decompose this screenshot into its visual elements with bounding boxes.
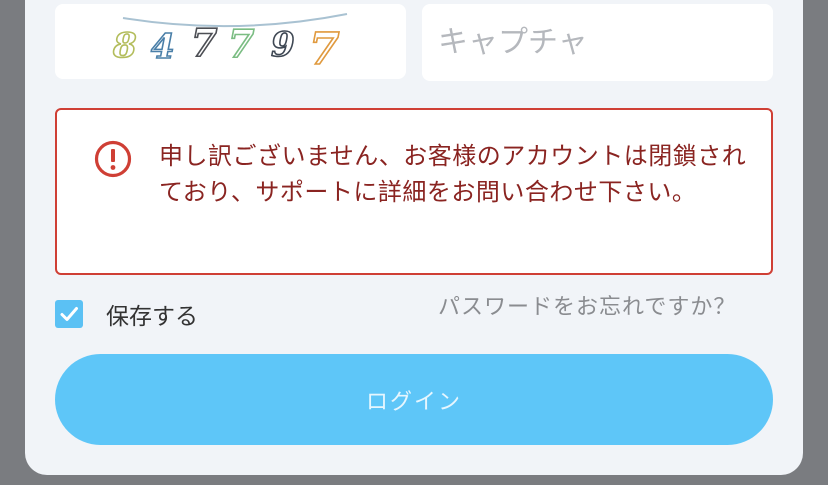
- captcha-digit: 7: [228, 21, 254, 66]
- captcha-digit: 4: [151, 27, 175, 67]
- forgot-password-link[interactable]: パスワードをお忘れですか？: [438, 289, 736, 321]
- login-button[interactable]: ログイン: [55, 354, 773, 445]
- captcha-image[interactable]: 8 4 7 7 9 7: [55, 4, 406, 79]
- error-alert: 申し訳ございません、お客様のアカウントは閉鎖されており、サポートに詳細をお問い合…: [55, 108, 773, 275]
- captcha-digit: 8: [112, 26, 137, 66]
- captcha-svg: 8 4 7 7 9 7: [111, 13, 348, 76]
- remember-checkbox[interactable]: [55, 300, 83, 328]
- captcha-digit: 7: [309, 24, 340, 75]
- checkmark-icon: [60, 307, 78, 321]
- remember-label: 保存する: [106, 304, 198, 330]
- error-message: 申し訳ございません、お客様のアカウントは閉鎖されており、サポートに詳細をお問い合…: [159, 142, 747, 206]
- captcha-input[interactable]: [422, 4, 773, 81]
- remember-me-toggle[interactable]: 保存する: [55, 299, 198, 330]
- exclamation-circle-icon: [94, 140, 132, 178]
- captcha-digit: 7: [191, 20, 217, 65]
- captcha-digit: 9: [271, 25, 295, 65]
